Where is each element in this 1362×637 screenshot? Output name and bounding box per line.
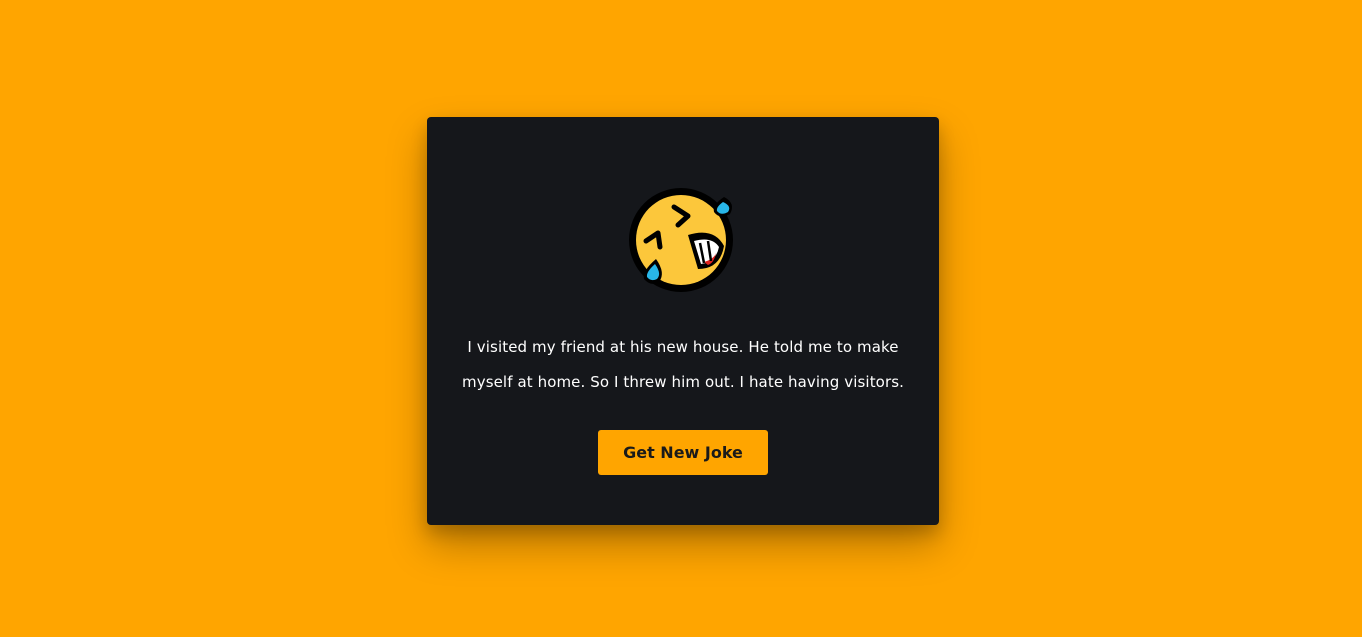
- laughing-emoji-icon: [626, 183, 738, 295]
- get-new-joke-button[interactable]: Get New Joke: [598, 430, 768, 475]
- joke-text: I visited my friend at his new house. He…: [462, 338, 904, 391]
- joke-card: I visited my friend at his new house. He…: [427, 117, 939, 525]
